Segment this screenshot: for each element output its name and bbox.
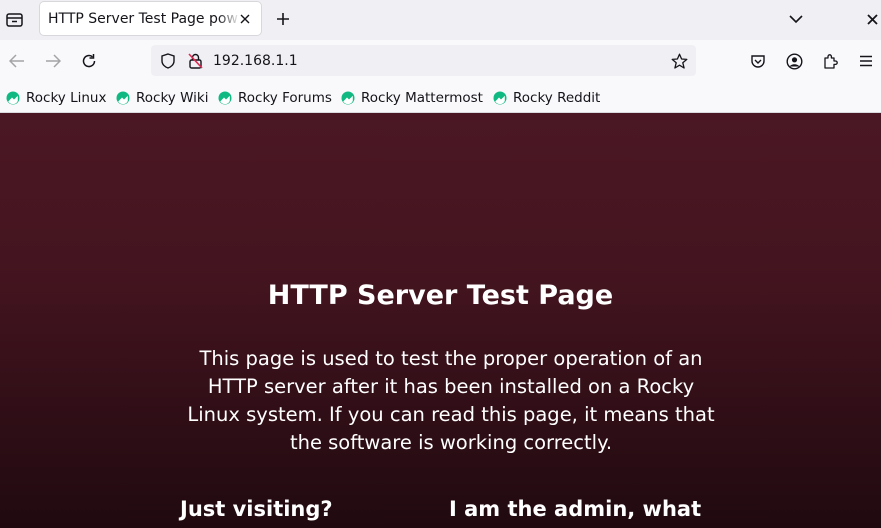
section-heading-admin: I am the admin, what <box>449 497 702 521</box>
account-icon[interactable] <box>784 51 804 71</box>
section-heading-visiting: Just visiting? <box>180 497 333 521</box>
bookmark-label: Rocky Linux <box>26 90 107 106</box>
window-close-icon[interactable] <box>864 9 880 29</box>
bookmark-label: Rocky Forums <box>238 90 332 106</box>
bookmark-label: Rocky Reddit <box>513 90 601 106</box>
page-description: This page is used to test the proper ope… <box>187 347 715 454</box>
extensions-icon[interactable] <box>820 51 840 71</box>
url-text: 192.168.1.1 <box>213 53 298 69</box>
rocky-logo-icon <box>493 91 507 105</box>
bookmark-rocky-reddit[interactable]: Rocky Reddit <box>493 89 600 107</box>
bookmark-rocky-forums[interactable]: Rocky Forums <box>218 89 332 107</box>
star-icon[interactable] <box>670 52 688 70</box>
rocky-logo-icon <box>116 91 130 105</box>
tab-title: HTTP Server Test Page powered by Rocky L… <box>48 11 238 27</box>
reload-icon[interactable] <box>79 51 99 71</box>
tab-overflow-icon[interactable] <box>4 8 24 30</box>
tab-strip: HTTP Server Test Page powered by Rocky L… <box>0 0 881 40</box>
bookmark-rocky-wiki[interactable]: Rocky Wiki <box>116 89 208 107</box>
active-tab[interactable]: HTTP Server Test Page powered by Rocky L… <box>40 2 261 35</box>
page-content: HTTP Server Test Page This page is used … <box>0 113 881 528</box>
bookmarks-toolbar: Rocky Linux Rocky Wiki Rocky Forums Rock… <box>0 82 881 113</box>
chevron-down-icon[interactable] <box>786 9 806 29</box>
back-arrow-icon[interactable] <box>7 51 27 71</box>
forward-arrow-icon[interactable] <box>43 51 63 71</box>
shield-icon[interactable] <box>159 52 177 70</box>
rocky-logo-icon <box>341 91 355 105</box>
rocky-logo-icon <box>218 91 232 105</box>
plus-icon[interactable] <box>273 9 293 29</box>
close-icon[interactable] <box>237 11 253 27</box>
address-bar[interactable]: 192.168.1.1 <box>151 45 696 76</box>
page-title: HTTP Server Test Page <box>267 280 614 311</box>
insecure-lock-icon[interactable] <box>186 52 204 70</box>
bookmark-label: Rocky Mattermost <box>361 90 483 106</box>
pocket-icon[interactable] <box>748 51 768 71</box>
bookmark-rocky-linux[interactable]: Rocky Linux <box>6 89 106 107</box>
navigation-toolbar: 192.168.1.1 <box>0 40 881 82</box>
bookmark-rocky-mattermost[interactable]: Rocky Mattermost <box>341 89 483 107</box>
bookmark-label: Rocky Wiki <box>136 90 209 106</box>
rocky-logo-icon <box>6 91 20 105</box>
menu-icon[interactable] <box>856 51 876 71</box>
